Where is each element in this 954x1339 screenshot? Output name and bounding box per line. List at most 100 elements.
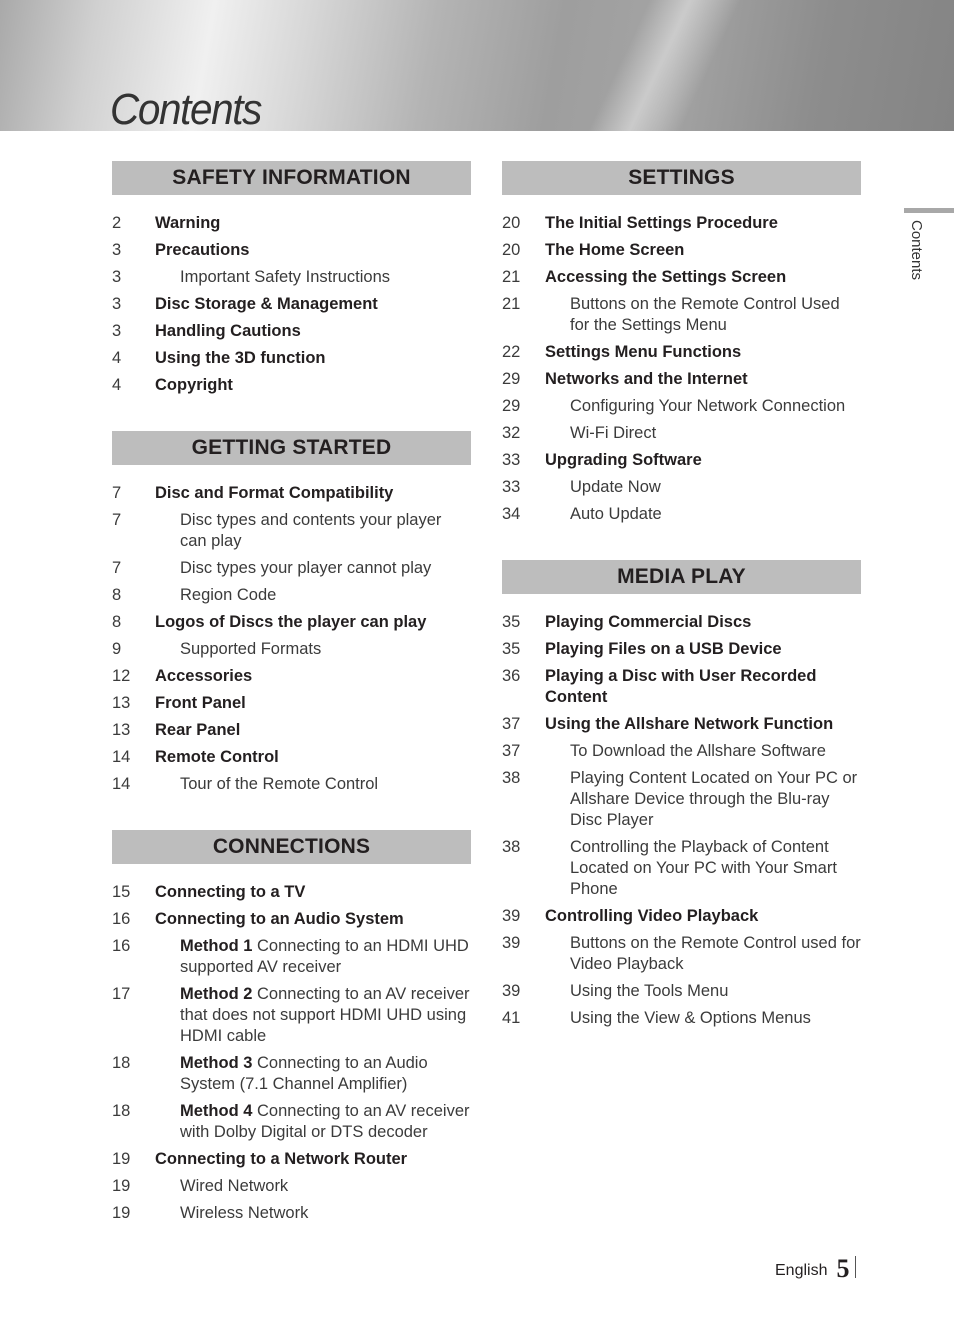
toc-entry[interactable]: 32 Wi-Fi Direct — [502, 423, 861, 444]
toc-entry-title: Wireless Network — [180, 1204, 309, 1222]
toc-entry[interactable]: 3 Handling Cautions — [112, 321, 471, 342]
toc-entry[interactable]: 33 Update Now — [502, 477, 861, 498]
toc-entry[interactable]: 14 Remote Control — [112, 747, 471, 768]
toc-entry[interactable]: 16 Connecting to an Audio System — [112, 909, 471, 930]
toc-entry[interactable]: 13 Rear Panel — [112, 720, 471, 741]
toc-page-number: 3 — [112, 322, 122, 340]
toc-entry-title: Using the 3D function — [155, 349, 326, 367]
toc-entry[interactable]: 29 Networks and the Internet — [502, 369, 861, 390]
toc-entry-title: Settings Menu Functions — [545, 343, 742, 361]
section-safety-information: SAFETY INFORMATION 2 Warning 3 Precautions 3… — [112, 161, 471, 396]
toc-entry[interactable]: 19 Wireless Network — [112, 1203, 471, 1224]
toc-entry[interactable]: 39 Controlling Video Playback — [502, 906, 861, 927]
toc-entry[interactable]: 38 Controlling the Playback of Content Lo… — [502, 837, 861, 900]
section-heading: SAFETY INFORMATION — [112, 161, 471, 195]
toc-page-number: 3 — [112, 268, 122, 286]
toc-entry[interactable]: 39 Using the Tools Menu — [502, 981, 861, 1002]
toc-entry[interactable]: 8 Region Code — [112, 585, 471, 606]
section-heading: GETTING STARTED — [112, 431, 471, 465]
toc-entry-title: Using the View & Options Menus — [570, 1009, 811, 1027]
toc-entry[interactable]: 22 Settings Menu Functions — [502, 342, 861, 363]
toc-entry-title: Important Safety Instructions — [180, 268, 391, 286]
toc-list: 7 Disc and Format Compatibility 7 Disc type… — [112, 465, 471, 795]
toc-entry-title: Disc Storage & Management — [155, 295, 378, 313]
toc-page-number: 32 — [502, 424, 521, 442]
toc-entry-title: Disc types your player cannot play — [180, 559, 432, 577]
toc-entry-title: Buttons on the Remote Control used for V… — [570, 934, 861, 973]
toc-entry[interactable]: 16 Method 1 Connecting to an HDMI UHD sup… — [112, 936, 471, 978]
page-footer: English 5 — [775, 1252, 857, 1283]
section-heading: CONNECTIONS — [112, 830, 471, 864]
toc-entry[interactable]: 19 Wired Network — [112, 1176, 471, 1197]
toc-page-number: 39 — [502, 982, 521, 1000]
toc-entry-title: Playing Files on a USB Device — [545, 640, 782, 658]
toc-entry[interactable]: 19 Connecting to a Network Router — [112, 1149, 471, 1170]
toc-page-number: 29 — [502, 397, 521, 415]
toc-entry-title: Wi-Fi Direct — [570, 424, 657, 442]
toc-entry[interactable]: 15 Connecting to a TV — [112, 882, 471, 903]
toc-page-number: 19 — [112, 1177, 131, 1195]
section-connections: CONNECTIONS 15 Connecting to a TV 16 Connec… — [112, 830, 471, 1224]
page-title: Contents — [110, 85, 262, 134]
toc-page-number: 8 — [112, 586, 122, 604]
toc-entry[interactable]: 35 Playing Files on a USB Device — [502, 639, 861, 660]
toc-entry[interactable]: 2 Warning — [112, 213, 471, 234]
toc-list: 2 Warning 3 Precautions 3 Important Safety In… — [112, 195, 471, 396]
toc-entry-title: Precautions — [155, 241, 250, 259]
footer-page-number: 5 — [836, 1254, 850, 1283]
toc-entry[interactable]: 20 The Home Screen — [502, 240, 861, 261]
toc-entry[interactable]: 3 Precautions — [112, 240, 471, 261]
toc-entry[interactable]: 7 Disc types and contents your player can… — [112, 510, 471, 552]
toc-entry[interactable]: 18 Method 3 Connecting to an Audio System… — [112, 1053, 471, 1095]
toc-entry[interactable]: 38 Playing Content Located on Your PC or … — [502, 768, 861, 831]
toc-entry[interactable]: 8 Logos of Discs the player can play — [112, 612, 471, 633]
toc-entry[interactable]: 29 Configuring Your Network Connection — [502, 396, 861, 417]
toc-entry-title: Tour of the Remote Control — [180, 775, 379, 793]
toc-entry[interactable]: 39 Buttons on the Remote Control used for… — [502, 933, 861, 975]
toc-entry-title: Connecting to a Network Router — [155, 1150, 408, 1168]
toc-entry[interactable]: 37 To Download the Allshare Software — [502, 741, 861, 762]
toc-entry[interactable]: 9 Supported Formats — [112, 639, 471, 660]
toc-entry[interactable]: 13 Front Panel — [112, 693, 471, 714]
section-heading: MEDIA PLAY — [502, 560, 861, 594]
toc-entry[interactable]: 21 Accessing the Settings Screen — [502, 267, 861, 288]
toc-entry[interactable]: 21 Buttons on the Remote Control Used for… — [502, 294, 861, 336]
toc-entry-title: Networks and the Internet — [545, 370, 748, 388]
toc-entry[interactable]: 4 Using the 3D function — [112, 348, 471, 369]
toc-entry-title: Controlling the Playback of Content Loca… — [570, 838, 837, 898]
right-column: SETTINGS 20 The Initial Settings Procedur… — [502, 161, 861, 1035]
toc-entry[interactable]: 14 Tour of the Remote Control — [112, 774, 471, 795]
toc-page-number: 38 — [502, 769, 521, 787]
toc-entry[interactable]: 3 Important Safety Instructions — [112, 267, 471, 288]
toc-page-number: 33 — [502, 478, 521, 496]
toc-entry-title: Disc types and contents your player can … — [180, 511, 442, 550]
toc-entry-title: Buttons on the Remote Control Used for t… — [570, 295, 840, 334]
toc-entry[interactable]: 12 Accessories — [112, 666, 471, 687]
toc-entry[interactable]: 4 Copyright — [112, 375, 471, 396]
toc-entry-title: Accessing the Settings Screen — [545, 268, 787, 286]
toc-entry[interactable]: 20 The Initial Settings Procedure — [502, 213, 861, 234]
toc-list: 15 Connecting to a TV 16 Connecting to an A… — [112, 864, 471, 1224]
toc-entry[interactable]: 18 Method 4 Connecting to an AV receiver … — [112, 1101, 471, 1143]
toc-entry-title: Wired Network — [180, 1177, 289, 1195]
toc-entry[interactable]: 41 Using the View & Options Menus — [502, 1008, 861, 1029]
toc-page-number: 13 — [112, 721, 131, 739]
section-media-play: MEDIA PLAY 35 Playing Commercial Discs 35 P… — [502, 560, 861, 1029]
toc-entry[interactable]: 3 Disc Storage & Management — [112, 294, 471, 315]
toc-page-number: 35 — [502, 640, 521, 658]
toc-page-number: 7 — [112, 511, 122, 529]
toc-entry[interactable]: 7 Disc and Format Compatibility — [112, 483, 471, 504]
toc-list: 20 The Initial Settings Procedure 20 The Ho… — [502, 195, 861, 525]
toc-page-number: 29 — [502, 370, 521, 388]
toc-entry[interactable]: 33 Upgrading Software — [502, 450, 861, 471]
toc-entry[interactable]: 36 Playing a Disc with User Recorded Cont… — [502, 666, 861, 708]
toc-entry[interactable]: 7 Disc types your player cannot play — [112, 558, 471, 579]
toc-entry-title: To Download the Allshare Software — [570, 742, 826, 760]
toc-entry[interactable]: 34 Auto Update — [502, 504, 861, 525]
toc-entry-title: Using the Allshare Network Function — [545, 715, 834, 733]
toc-entry[interactable]: 37 Using the Allshare Network Function — [502, 714, 861, 735]
toc-entry[interactable]: 35 Playing Commercial Discs — [502, 612, 861, 633]
toc-page-number: 22 — [502, 343, 521, 361]
toc-method-label: Method 1 — [180, 937, 253, 955]
toc-entry[interactable]: 17 Method 2 Connecting to an AV receiver … — [112, 984, 471, 1047]
